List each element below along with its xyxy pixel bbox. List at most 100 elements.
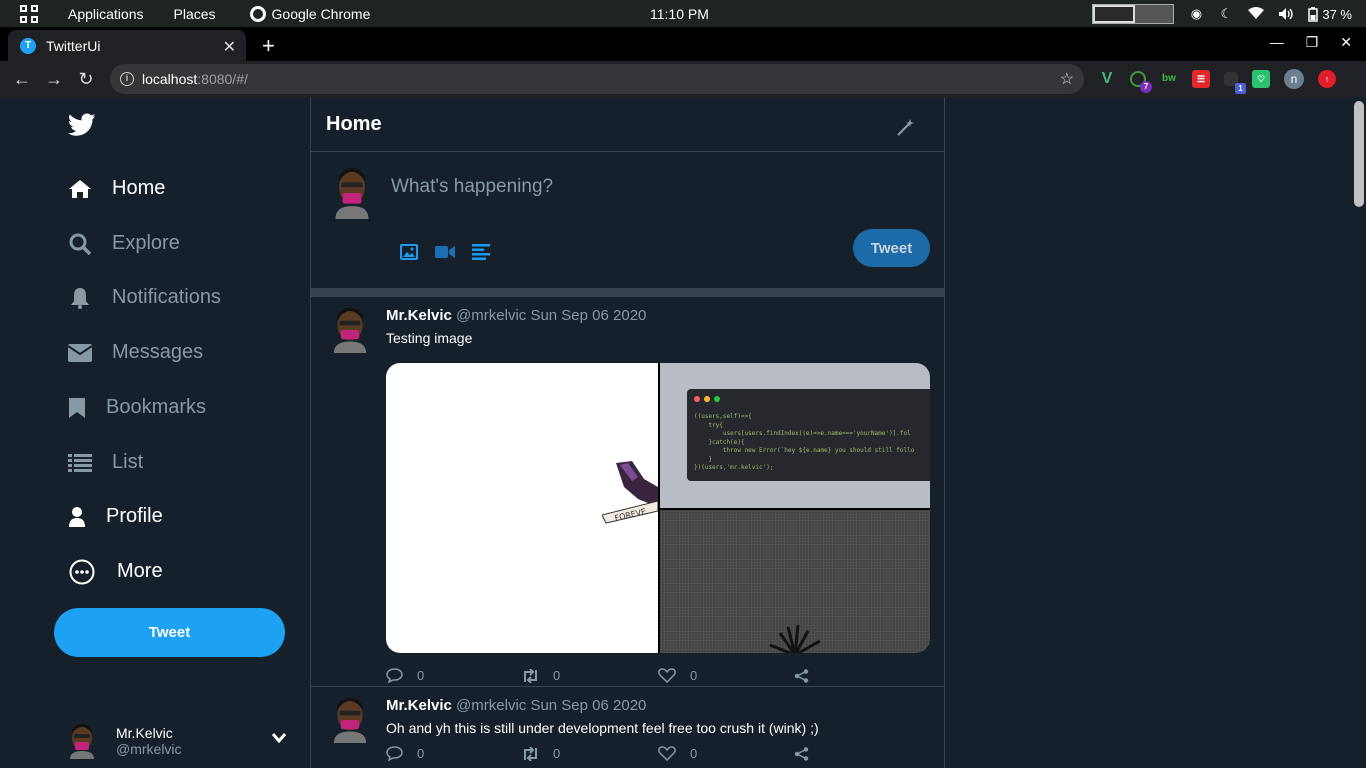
sidebar-item-profile[interactable]: Profile [68,505,163,528]
sidebar-item-notifications[interactable]: Notifications [68,286,221,309]
night-mode-icon[interactable]: ☾ [1218,7,1234,21]
wifi-icon[interactable] [1248,7,1265,21]
apps-grid-icon[interactable] [20,4,38,23]
profile-avatar[interactable]: n [1284,69,1304,89]
reply-icon [386,668,403,683]
retweet-icon [524,746,537,761]
sidebar-item-label: Bookmarks [106,396,207,418]
tweet-header: Mr.Kelvic @mrkelvic Sun Sep 06 2020 [386,307,646,324]
forever-figure-image: FOREVE [602,461,658,524]
like-action[interactable]: 0 [658,668,794,683]
site-info-icon[interactable]: i [120,72,134,86]
tweet-actions: 0 0 0 [386,746,930,761]
page-title: Home [326,112,382,135]
sparkle-icon[interactable] [896,119,914,137]
tab-twitterui[interactable]: T TwitterUi ✕ [8,30,246,61]
browser-tab-bar: T TwitterUi ✕ + — ❐ ✕ [0,27,1366,61]
forward-button[interactable]: → [38,69,70,90]
image-icon[interactable] [399,243,419,261]
chrome-app-menu[interactable]: Google Chrome [249,5,370,22]
workspace-switcher[interactable] [1092,4,1175,24]
sidebar-item-label: Profile [106,505,163,527]
box-extension-icon[interactable]: 1 [1224,72,1246,94]
translate-extension-icon[interactable]: ☰ [1192,70,1210,88]
sidebar-item-label: More [117,560,163,582]
new-tab-button[interactable]: + [262,33,275,59]
reply-icon [386,746,403,761]
heart-icon [658,668,676,683]
bookmark-star-icon[interactable]: ☆ [1060,69,1074,89]
chevron-down-icon[interactable] [272,733,286,743]
video-icon[interactable] [435,243,455,261]
code-screenshot: ((users,self)=>{ try{ users[users.findIn… [687,389,930,481]
volume-icon[interactable] [1278,7,1294,21]
share-action[interactable] [794,746,930,761]
retweet-action[interactable]: 0 [522,668,658,683]
sidebar-item-messages[interactable]: Messages [68,341,203,364]
address-bar[interactable]: i localhost:8080/#/ ☆ [110,64,1084,94]
account-info: Mr.Kelvic @mrkelvic [116,725,182,757]
os-top-bar: Applications Places Google Chrome 11:10 … [0,0,1366,27]
sidebar-item-home[interactable]: Home [68,177,165,200]
compose-input[interactable] [391,176,911,198]
reload-button[interactable]: ↻ [70,69,102,90]
tweet-image-3[interactable] [660,510,930,653]
back-button[interactable]: ← [6,69,38,90]
tweet-author-name[interactable]: Mr.Kelvic [386,307,452,324]
sidebar-item-more[interactable]: More [68,559,163,584]
sidebar-item-explore[interactable]: Explore [68,232,180,255]
reply-action[interactable]: 0 [386,668,522,683]
battery-indicator[interactable]: 37 % [1308,6,1352,22]
tweet-image-1[interactable]: FOREVE [386,363,658,653]
vue-devtools-icon[interactable]: V [1098,70,1116,88]
close-window-icon[interactable]: ✕ [1340,34,1352,51]
tweet-text: Oh and yh this is still under developmen… [386,720,819,736]
url-host: localhost [142,71,198,87]
plant-silhouette-image [769,624,821,653]
align-icon[interactable] [471,243,491,261]
avatar[interactable] [331,697,369,743]
extension-badge: 7 [1140,81,1152,93]
bw-extension-icon[interactable]: bw [1160,70,1178,88]
account-switcher[interactable]: Mr.Kelvic @mrkelvic [66,723,182,759]
page-scrollbar[interactable] [1352,97,1366,768]
pocket-extension-icon[interactable]: ♡ [1252,70,1270,88]
reply-action[interactable]: 0 [386,746,522,761]
heart-icon [658,746,676,761]
extension-node-icon[interactable]: 7 [1130,71,1152,93]
compose-tweet-button[interactable]: Tweet [853,229,930,267]
compose-toolbar [399,243,491,261]
account-handle: @mrkelvic [116,741,182,757]
restore-icon[interactable]: ❐ [1306,34,1319,51]
clock[interactable]: 11:10 PM [650,6,709,22]
tweet-author-name[interactable]: Mr.Kelvic [386,697,452,714]
sidebar-item-list[interactable]: List [68,451,143,474]
extension-arrow-icon[interactable]: ↑ [1318,70,1336,88]
minimize-icon[interactable]: — [1270,34,1284,51]
retweet-count: 0 [553,746,561,761]
left-sidebar: Home Explore Notifications Messages Book… [0,97,310,768]
avatar[interactable] [331,307,369,353]
applications-menu[interactable]: Applications [68,6,144,22]
avatar [70,724,94,759]
extensions-area: V 7 bw ☰ 1 ♡ n ↑ [1098,69,1336,94]
sidebar-tweet-button[interactable]: Tweet [54,608,285,657]
share-icon [794,668,809,683]
retweet-action[interactable]: 0 [522,746,658,761]
scrollbar-thumb[interactable] [1354,101,1364,207]
camera-icon[interactable]: ◉ [1188,7,1204,21]
like-count: 0 [690,668,698,683]
tweet-image-2[interactable]: ((users,self)=>{ try{ users[users.findIn… [660,363,930,508]
tweet-card[interactable]: Mr.Kelvic @mrkelvic Sun Sep 06 2020 Oh a… [311,687,944,768]
tweet-card[interactable]: Mr.Kelvic @mrkelvic Sun Sep 06 2020 Test… [311,297,944,687]
places-menu[interactable]: Places [174,6,216,22]
sidebar-item-label: List [112,451,144,473]
tab-close-icon[interactable]: ✕ [223,37,236,57]
twitter-logo-icon[interactable] [68,113,96,137]
chrome-icon [249,5,266,22]
like-action[interactable]: 0 [658,746,794,761]
twitter-page: Home Explore Notifications Messages Book… [0,97,1366,768]
sidebar-item-bookmarks[interactable]: Bookmarks [68,396,206,419]
timeline-header: Home [311,97,944,152]
share-action[interactable] [794,668,930,683]
